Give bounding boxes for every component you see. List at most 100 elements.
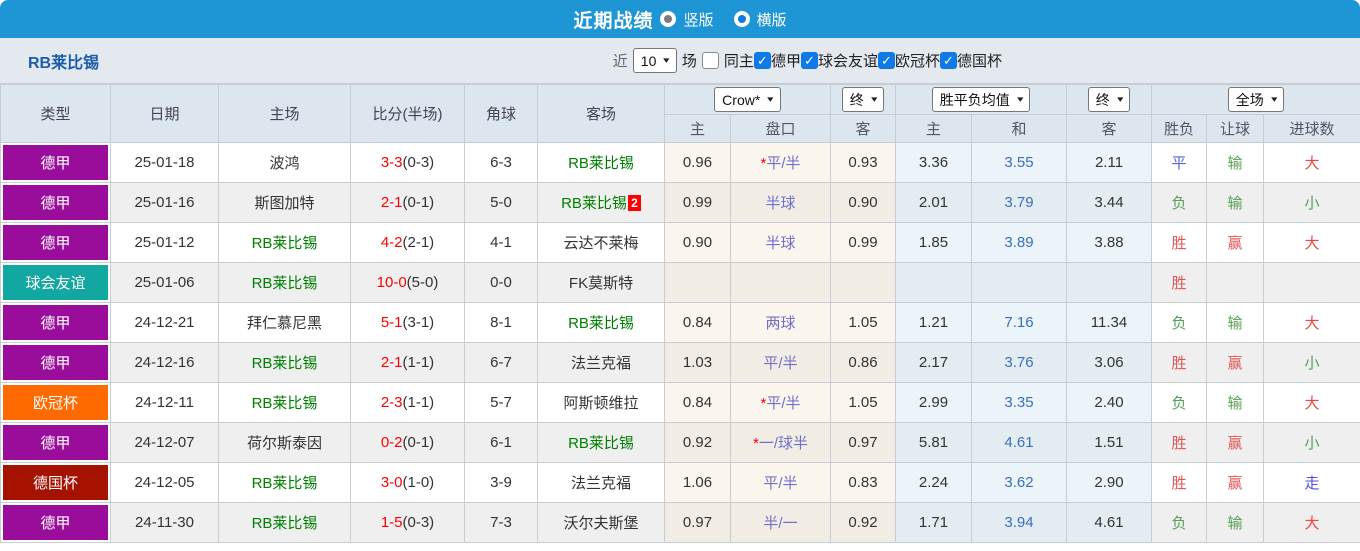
mean-away-cell bbox=[1066, 262, 1152, 303]
away-odds-cell: 0.92 bbox=[830, 502, 896, 543]
goals-cell: 小 bbox=[1262, 422, 1360, 463]
halftime-score: (0-3) bbox=[402, 154, 435, 171]
away-odds-cell: 0.86 bbox=[830, 342, 896, 383]
mean-home-cell: 2.17 bbox=[895, 342, 972, 383]
away-team-wrap: 沃尔夫斯堡 bbox=[563, 515, 638, 532]
mean-away-cell: 4.61 bbox=[1066, 502, 1152, 543]
filter-bar: RB莱比锡 近 10 ▾ 场 同主 德甲 球会友谊 欧冠杯 德国杯 bbox=[0, 38, 1360, 84]
fulltime-score: 2-1 bbox=[380, 194, 403, 211]
corners-cell: 6-3 bbox=[464, 142, 538, 183]
horizontal-layout-label[interactable]: 横版 bbox=[757, 9, 787, 30]
match-row: 德甲 25-01-18 波鸿 3-3(0-3) 6-3 RB莱比锡 0.96 *… bbox=[0, 142, 1360, 183]
league-filter-checkbox-dejia[interactable] bbox=[753, 52, 771, 69]
fulltime-score: 3-0 bbox=[380, 474, 403, 491]
handicap-value: 平/半 bbox=[763, 355, 798, 372]
handicap-result-cell: 输 bbox=[1206, 142, 1264, 183]
handicap-cell: *平/半 bbox=[730, 382, 831, 423]
result-cell: 胜 bbox=[1151, 342, 1207, 383]
league-filter-label-decup: 德国杯 bbox=[956, 53, 1002, 70]
handicap-header: 盘口 bbox=[730, 114, 831, 143]
horizontal-layout-radio[interactable] bbox=[733, 11, 750, 27]
fulltime-score: 2-3 bbox=[380, 394, 403, 411]
odds-company-cell: Crow* ▾ bbox=[664, 84, 831, 115]
corners-cell: 5-7 bbox=[464, 382, 538, 423]
handicap-result-header: 让球 bbox=[1206, 114, 1264, 143]
goals-cell: 小 bbox=[1262, 342, 1360, 383]
vertical-layout-label[interactable]: 竖版 bbox=[683, 9, 713, 30]
handicap-cell: 半球 bbox=[730, 222, 831, 263]
odds-company-select[interactable]: Crow* ▾ bbox=[714, 87, 781, 112]
away-team-wrap: 阿斯顿维拉 bbox=[563, 395, 638, 412]
league-cell: 球会友谊 bbox=[0, 262, 111, 303]
away-team-name: 法兰克福 bbox=[570, 475, 631, 492]
fulltime-score: 1-5 bbox=[380, 514, 403, 531]
mean-away-cell: 2.11 bbox=[1066, 142, 1152, 183]
col-header-score: 比分(半场) bbox=[350, 84, 465, 143]
match-row: 德甲 25-01-12 RB莱比锡 4-2(2-1) 4-1 云达不莱梅 0.9… bbox=[0, 222, 1360, 263]
away-odds-cell: 0.83 bbox=[830, 462, 896, 503]
same-home-checkbox[interactable] bbox=[701, 52, 719, 69]
handicap-value: 一/球半 bbox=[758, 435, 808, 452]
mean-home-header: 主 bbox=[895, 114, 972, 143]
handicap-result-cell: 赢 bbox=[1206, 342, 1264, 383]
mean-final-select[interactable]: 终 ▾ bbox=[1087, 87, 1131, 112]
mean-draw-cell bbox=[971, 262, 1067, 303]
date-cell: 25-01-12 bbox=[110, 222, 219, 263]
recent-results-table: 类型 日期 主场 比分(半场) 角球 客场 Crow* ▾ 终 ▾ 胜平负均值 … bbox=[0, 84, 1360, 543]
goals-cell bbox=[1262, 262, 1360, 303]
odds-final-select[interactable]: 终 ▾ bbox=[841, 87, 885, 112]
league-cell: 德甲 bbox=[0, 222, 111, 263]
filters-group: 近 10 ▾ 场 同主 德甲 球会友谊 欧冠杯 德国杯 bbox=[613, 48, 1002, 73]
scope-select[interactable]: 全场 ▾ bbox=[1227, 87, 1285, 112]
col-header-type: 类型 bbox=[0, 84, 111, 143]
league-cell: 德甲 bbox=[0, 342, 111, 383]
scope-select-cell: 全场 ▾ bbox=[1150, 84, 1360, 115]
home-team-cell: RB莱比锡 bbox=[218, 342, 351, 383]
corners-cell: 0-0 bbox=[464, 262, 538, 303]
col-header-away: 客场 bbox=[537, 84, 665, 143]
away-team-wrap: 法兰克福 bbox=[571, 355, 631, 372]
mean-home-cell bbox=[895, 262, 972, 303]
match-row: 德甲 25-01-16 斯图加特 2-1(0-1) 5-0 RB莱比锡 2 0.9… bbox=[0, 182, 1360, 223]
handicap-cell: 两球 bbox=[730, 302, 831, 343]
halftime-score: (1-1) bbox=[402, 394, 435, 411]
mean-home-cell: 1.71 bbox=[895, 502, 972, 543]
halftime-score: (0-1) bbox=[402, 194, 435, 211]
away-team-wrap: RB莱比锡 bbox=[568, 155, 634, 172]
away-team-wrap: RB莱比锡 2 bbox=[561, 195, 641, 212]
league-filter-checkbox-decup[interactable] bbox=[939, 52, 957, 69]
corners-cell: 4-1 bbox=[464, 222, 538, 263]
handicap-value: 半球 bbox=[765, 195, 796, 212]
score-cell: 10-0(5-0) bbox=[350, 262, 465, 303]
away-team-name: RB莱比锡 bbox=[561, 195, 627, 212]
result-cell: 胜 bbox=[1151, 262, 1207, 303]
corners-cell: 6-1 bbox=[464, 422, 538, 463]
league-cell: 德甲 bbox=[0, 502, 111, 543]
handicap-result-cell: 输 bbox=[1206, 382, 1264, 423]
date-cell: 24-12-07 bbox=[110, 422, 219, 463]
corners-cell: 3-9 bbox=[464, 462, 538, 503]
recent-results-panel: 近期战绩 竖版 横版 RB莱比锡 近 10 ▾ 场 同主 德甲 球会友谊 欧冠杯 bbox=[0, 0, 1360, 551]
league-badge: 德甲 bbox=[3, 185, 108, 220]
match-row: 德国杯 24-12-05 RB莱比锡 3-0(1-0) 3-9 法兰克福 1.0… bbox=[0, 462, 1360, 503]
recent-count-select[interactable]: 10 ▾ bbox=[632, 48, 677, 73]
league-filter-label-ucl: 欧冠杯 bbox=[894, 53, 940, 70]
vertical-layout-radio[interactable] bbox=[660, 11, 677, 27]
chevron-down-icon: ▾ bbox=[767, 94, 774, 104]
red-card-badge: 2 bbox=[627, 195, 641, 211]
odds-company-value: Crow* bbox=[722, 91, 761, 108]
chevron-down-icon: ▾ bbox=[1116, 94, 1124, 104]
away-team-cell: 沃尔夫斯堡 bbox=[537, 502, 665, 543]
corners-cell: 7-3 bbox=[464, 502, 538, 543]
odds-home-header: 主 bbox=[664, 114, 731, 143]
same-home-label: 同主 bbox=[723, 53, 754, 70]
league-filter-checkbox-friendly[interactable] bbox=[800, 52, 818, 69]
league-filter-checkbox-ucl[interactable] bbox=[877, 52, 895, 69]
match-row: 德甲 24-11-30 RB莱比锡 1-5(0-3) 7-3 沃尔夫斯堡 0.9… bbox=[0, 502, 1360, 543]
corners-cell: 5-0 bbox=[464, 182, 538, 223]
mean-select[interactable]: 胜平负均值 ▾ bbox=[931, 87, 1031, 112]
league-cell: 欧冠杯 bbox=[0, 382, 111, 423]
away-team-name: RB莱比锡 bbox=[568, 435, 634, 452]
home-team-cell: 波鸿 bbox=[218, 142, 351, 183]
fulltime-score: 0-2 bbox=[380, 434, 403, 451]
